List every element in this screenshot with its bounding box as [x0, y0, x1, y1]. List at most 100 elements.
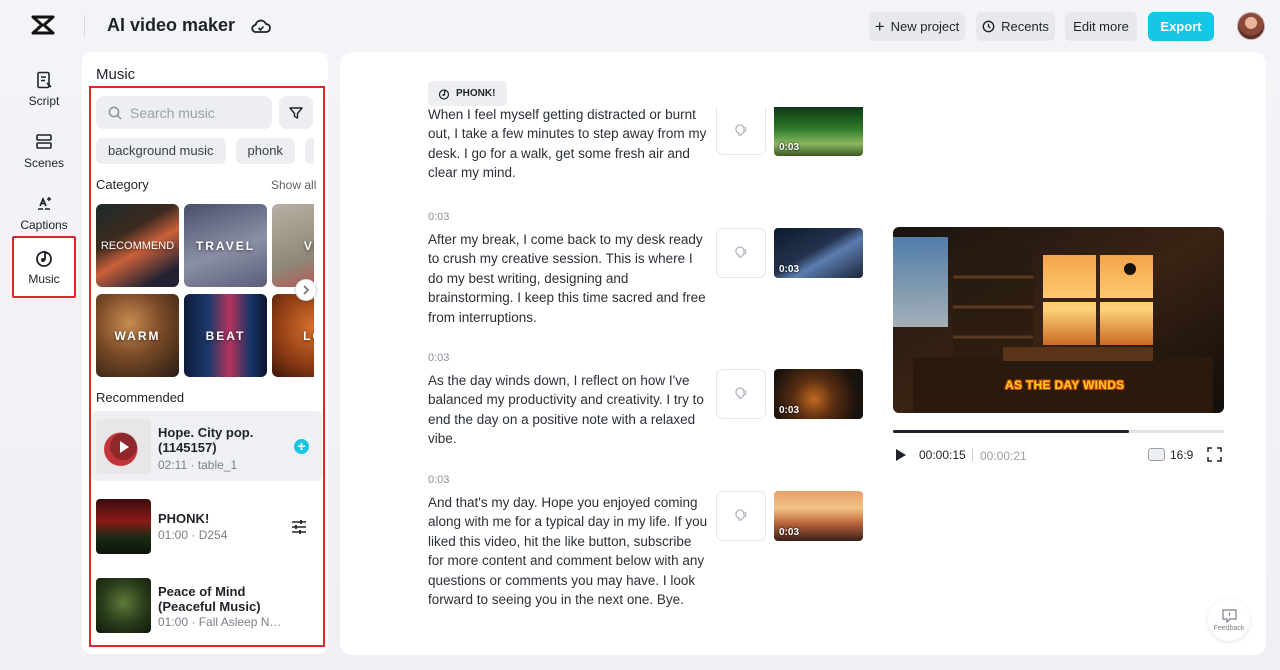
- script-block[interactable]: 0:03 After my break, I come back to my d…: [428, 211, 708, 327]
- chip-background-music[interactable]: background music: [96, 138, 226, 164]
- track-thumbnail: [96, 419, 151, 474]
- category-grid: RECOMMEND TRAVEL VL WARM BEAT LO: [96, 204, 314, 379]
- rail-item-music[interactable]: Music: [12, 236, 76, 298]
- tag-chips: background music phonk Ha: [96, 138, 314, 164]
- play-icon[interactable]: [110, 433, 137, 460]
- player-controls: 00:00:15 00:00:21 16:9: [893, 445, 1224, 465]
- music-icon: [36, 250, 52, 267]
- category-label: RECOMMEND: [100, 239, 175, 252]
- rail-label-script: Script: [28, 94, 60, 108]
- category-heading: Category: [96, 177, 149, 192]
- scene-duration: 0:03: [779, 264, 800, 275]
- script-block[interactable]: 0:03 As the day winds down, I reflect on…: [428, 352, 708, 449]
- avatar[interactable]: [1237, 12, 1265, 40]
- scene-duration: 0:03: [779, 405, 800, 416]
- show-all-link[interactable]: Show all: [271, 178, 316, 192]
- rail-item-script[interactable]: Script: [12, 60, 76, 118]
- music-panel: Music background music phonk Ha Category S…: [82, 52, 328, 654]
- scene-thumbnail[interactable]: 0:03: [774, 228, 863, 278]
- category-label: LO: [303, 328, 314, 343]
- script-text[interactable]: And that's my day. Hope you enjoyed comi…: [428, 493, 708, 609]
- category-travel[interactable]: TRAVEL: [184, 204, 267, 287]
- script-text[interactable]: After my break, I come back to my desk r…: [428, 230, 708, 327]
- panel-title: Music: [96, 66, 136, 83]
- script-block[interactable]: 0:03 And that's my day. Hope you enjoyed…: [428, 474, 708, 609]
- category-label: TRAVEL: [195, 238, 256, 253]
- category-label: BEAT: [205, 328, 246, 343]
- fullscreen-icon[interactable]: [1207, 447, 1222, 462]
- rail-item-captions[interactable]: Captions: [12, 184, 76, 242]
- search-input[interactable]: [130, 104, 260, 121]
- app-title: AI video maker: [107, 15, 236, 35]
- chip-ha[interactable]: Ha: [304, 138, 314, 164]
- rail-label-scenes: Scenes: [23, 156, 65, 170]
- edit-more-button[interactable]: Edit more: [1065, 12, 1137, 41]
- search-icon: [108, 106, 122, 120]
- voice-button[interactable]: [716, 369, 766, 419]
- category-beat[interactable]: BEAT: [184, 294, 267, 377]
- scene-thumbnail[interactable]: 0:03: [774, 491, 863, 541]
- timestamp: 0:03: [428, 352, 450, 364]
- captions-icon: [38, 196, 51, 210]
- search-box[interactable]: [96, 96, 272, 129]
- chip-phonk[interactable]: phonk: [235, 138, 295, 164]
- aspect-ratio-icon[interactable]: [1148, 448, 1165, 461]
- category-lo[interactable]: LO: [272, 294, 314, 377]
- rail-item-scenes[interactable]: Scenes: [12, 122, 76, 180]
- rail-label-captions: Captions: [20, 218, 68, 232]
- filter-button[interactable]: [279, 96, 313, 129]
- total-time: 00:00:21: [980, 449, 1027, 463]
- add-track-button[interactable]: +: [294, 439, 309, 454]
- track-title: Hope. City pop. (1145157): [158, 425, 254, 455]
- aspect-ratio-label[interactable]: 16:9: [1170, 448, 1193, 462]
- category-warm[interactable]: WARM: [96, 294, 179, 377]
- track-thumbnail: [96, 578, 151, 633]
- new-project-button[interactable]: + New project: [869, 12, 965, 41]
- play-icon[interactable]: [895, 448, 907, 462]
- track-meta: 01:00 · Fall Asleep Nob...: [158, 615, 288, 629]
- category-label: WARM: [114, 328, 161, 343]
- category-label: VL: [303, 238, 314, 253]
- adjust-icon[interactable]: [290, 518, 308, 536]
- voice-button[interactable]: [716, 228, 766, 278]
- feedback-button[interactable]: Feedback: [1208, 599, 1250, 641]
- progress-fill: [893, 430, 1130, 433]
- track-meta: 02:11 · table_1: [158, 458, 238, 472]
- script-editor: PHONK! When I feel myself getting distra…: [340, 52, 1266, 655]
- script-block[interactable]: When I feel myself getting distracted or…: [428, 107, 708, 185]
- voice-icon: [735, 246, 747, 258]
- track-item[interactable]: PHONK! 01:00 · D254: [92, 491, 322, 561]
- scene-thumbnail[interactable]: 0:03: [774, 107, 863, 156]
- scene-thumbnail[interactable]: 0:03: [774, 369, 863, 419]
- category-next-button[interactable]: [295, 279, 317, 301]
- recommended-heading: Recommended: [96, 390, 185, 405]
- playback-progress[interactable]: [893, 430, 1224, 433]
- cloud-save-icon[interactable]: [250, 15, 272, 37]
- script-icon: [37, 71, 52, 89]
- voice-icon: [735, 509, 747, 521]
- track-meta: 01:00 · D254: [158, 528, 228, 542]
- track-item[interactable]: Peace of Mind (Peaceful Music) 01:00 · F…: [92, 570, 322, 640]
- timestamp: 0:03: [428, 474, 450, 486]
- recents-button[interactable]: Recents: [976, 12, 1055, 41]
- script-text[interactable]: As the day winds down, I reflect on how …: [428, 371, 708, 449]
- music-tag[interactable]: PHONK!: [428, 81, 508, 106]
- voice-icon: [735, 387, 747, 399]
- scene-duration: 0:03: [779, 142, 800, 153]
- script-text[interactable]: When I feel myself getting distracted or…: [428, 107, 708, 183]
- voice-button[interactable]: [716, 491, 766, 541]
- export-button[interactable]: Export: [1148, 12, 1214, 41]
- category-vl[interactable]: VL: [272, 204, 314, 287]
- track-item[interactable]: Hope. City pop. (1145157) 02:11 · table_…: [92, 411, 322, 481]
- top-bar: AI video maker + New project Recents Edi…: [0, 0, 1280, 52]
- header-divider: [84, 15, 85, 37]
- timestamp: 0:03: [428, 211, 450, 223]
- video-preview[interactable]: AS THE DAY WINDS: [893, 227, 1224, 413]
- voice-button[interactable]: [716, 107, 766, 155]
- music-tag-label: PHONK!: [456, 88, 496, 99]
- new-project-label: New project: [890, 19, 960, 34]
- music-icon: [438, 88, 450, 100]
- track-thumbnail: [96, 499, 151, 554]
- capcut-logo-icon[interactable]: [30, 14, 56, 36]
- category-recommend[interactable]: RECOMMEND: [96, 204, 179, 287]
